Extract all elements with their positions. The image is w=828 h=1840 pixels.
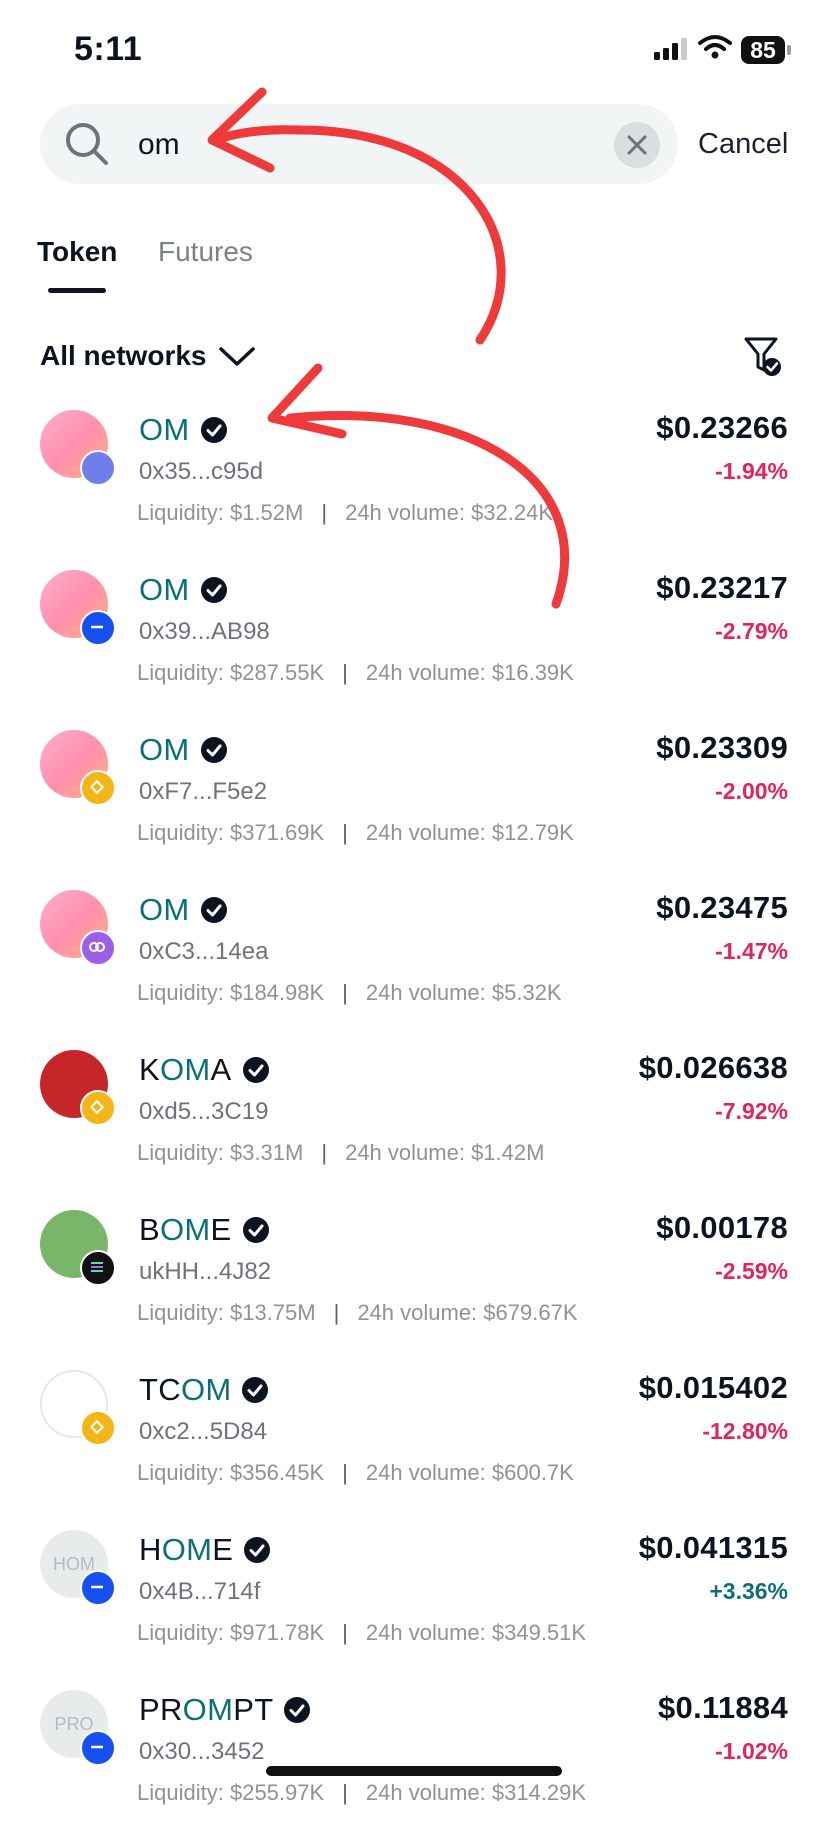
home-indicator <box>266 1766 562 1776</box>
token-address: 0xc2...5D84 <box>139 1418 268 1445</box>
token-row[interactable]: OM 0xF7...F5e2 Liquidity: $371.69K | 24h v… <box>0 720 828 880</box>
token-row[interactable]: K OM A 0xd5...3C19 Liquidity: $3.31M | 24h v… <box>0 1040 828 1200</box>
token-stats: Liquidity: $3.31M | 24h volume: $1.42M <box>137 1140 545 1165</box>
token-address: 0xF7...F5e2 <box>139 778 268 805</box>
token-price: $0.23475 <box>656 890 788 925</box>
token-address: 0xC3...14ea <box>139 938 269 965</box>
verified-badge-icon <box>242 1377 269 1403</box>
token-price: $0.026638 <box>638 1050 788 1085</box>
price-change: -12.80% <box>702 1418 788 1444</box>
token-stats: Liquidity: $255.97K | 24h volume: $314.29K <box>137 1780 587 1805</box>
token-price: $0.23266 <box>656 410 788 445</box>
search-bar[interactable] <box>40 104 678 184</box>
token-stats: Liquidity: $371.69K | 24h volume: $12.79K <box>137 820 574 845</box>
token-price: $0.23309 <box>656 730 788 765</box>
token-row[interactable]: PRO PR OM PT 0x30...3452 Liquidity: $255.9… <box>0 1680 828 1840</box>
token-symbol: H OM E <box>139 1532 271 1568</box>
token-row[interactable]: OM 0x35...c95d Liquidity: $1.52M | 24h vol… <box>0 400 828 560</box>
token-price: $0.015402 <box>638 1370 788 1405</box>
token-symbol: K OM A <box>139 1052 270 1088</box>
token-symbol: B OM E <box>139 1212 270 1248</box>
token-list: OM 0x35...c95d Liquidity: $1.52M | 24h vol… <box>0 400 828 1840</box>
token-address: 0x4B...714f <box>139 1578 261 1605</box>
network-filter-label: All networks <box>40 340 207 371</box>
token-stats: Liquidity: $287.55K | 24h volume: $16.39K <box>137 660 574 685</box>
token-symbol: OM <box>139 732 228 768</box>
clear-search-button[interactable] <box>614 122 660 168</box>
price-change: -1.02% <box>715 1738 788 1764</box>
token-address: 0x30...3452 <box>139 1738 265 1765</box>
token-symbol: OM <box>139 572 228 608</box>
cellular-signal-icon <box>654 38 687 60</box>
token-price: $0.23217 <box>656 570 788 605</box>
price-change: -1.94% <box>715 458 788 484</box>
network-filter-dropdown[interactable]: All networks <box>40 340 256 372</box>
verified-badge-icon <box>200 417 227 443</box>
token-stats: Liquidity: $356.45K | 24h volume: $600.7K <box>137 1460 574 1485</box>
battery-tip <box>787 45 791 55</box>
status-bar: 5:11 85 <box>0 0 828 100</box>
battery-indicator: 85 <box>741 36 785 64</box>
price-change: +3.36% <box>709 1578 788 1604</box>
token-price: $0.11884 <box>658 1690 788 1725</box>
token-address: ukHH...4J82 <box>139 1258 272 1285</box>
price-change: -1.47% <box>715 938 788 964</box>
price-change: -7.92% <box>715 1098 788 1124</box>
close-icon <box>627 135 647 155</box>
active-tab-indicator <box>48 288 106 293</box>
bnb-icon <box>80 1090 116 1126</box>
verified-badge-icon <box>244 1537 271 1563</box>
search-input[interactable] <box>136 120 540 170</box>
search-icon <box>66 123 108 165</box>
token-stats: Liquidity: $971.78K | 24h volume: $349.51K <box>137 1620 587 1645</box>
base-icon <box>80 1730 116 1766</box>
token-price: $0.041315 <box>638 1530 788 1565</box>
token-symbol: OM <box>139 412 228 448</box>
base-icon <box>80 1570 116 1606</box>
verified-badge-icon <box>242 1057 269 1083</box>
token-price: $0.00178 <box>656 1210 788 1245</box>
tab-token[interactable]: Token <box>37 236 117 268</box>
tab-futures[interactable]: Futures <box>158 236 253 268</box>
bnb-icon <box>80 770 116 806</box>
polygon-icon <box>80 930 116 966</box>
price-change: -2.00% <box>715 778 788 804</box>
solana-icon <box>80 1250 116 1286</box>
ethereum-icon <box>80 450 116 486</box>
cancel-button[interactable]: Cancel <box>698 128 788 161</box>
token-stats: Liquidity: $13.75M | 24h volume: $679.67K <box>137 1300 578 1325</box>
price-change: -2.79% <box>715 618 788 644</box>
token-symbol: OM <box>139 892 228 928</box>
verified-badge-icon <box>200 897 227 923</box>
token-symbol: TC OM <box>139 1372 269 1408</box>
token-stats: Liquidity: $1.52M | 24h volume: $32.24K <box>137 500 554 525</box>
status-time: 5:11 <box>74 30 143 68</box>
token-address: 0x35...c95d <box>139 458 264 485</box>
token-row[interactable]: TC OM 0xc2...5D84 Liquidity: $356.45K | 24h… <box>0 1360 828 1520</box>
token-symbol: PR OM PT <box>139 1692 311 1728</box>
token-row[interactable]: OM 0xC3...14ea Liquidity: $184.98K | 24h v… <box>0 880 828 1040</box>
wifi-icon <box>698 35 732 59</box>
price-change: -2.59% <box>715 1258 788 1284</box>
chevron-down-icon <box>219 347 256 366</box>
token-address: 0x39...AB98 <box>139 618 270 645</box>
verified-badge-icon <box>284 1697 311 1723</box>
verified-badge-icon <box>200 577 227 603</box>
token-row[interactable]: B OM E ukHH...4J82 Liquidity: $13.75M | 24h … <box>0 1200 828 1360</box>
token-address: 0xd5...3C19 <box>139 1098 269 1125</box>
verified-badge-icon <box>242 1217 269 1243</box>
verified-badge-icon <box>200 737 227 763</box>
token-row[interactable]: HOM H OM E 0x4B...714f Liquidity: $971.78K… <box>0 1520 828 1680</box>
bnb-icon <box>80 1410 116 1446</box>
filter-icon[interactable] <box>743 336 783 378</box>
token-row[interactable]: OM 0x39...AB98 Liquidity: $287.55K | 24h v… <box>0 560 828 720</box>
token-stats: Liquidity: $184.98K | 24h volume: $5.32K <box>137 980 562 1005</box>
base-icon <box>80 610 116 646</box>
